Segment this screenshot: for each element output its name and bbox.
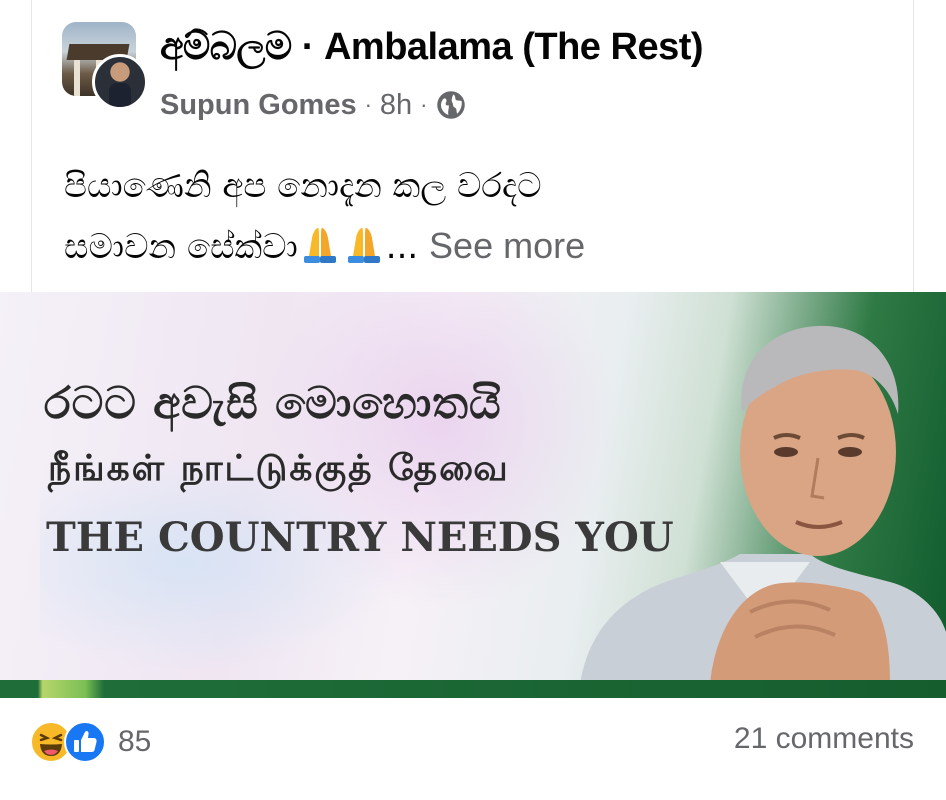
post-image[interactable]: රටට අවැසි මොහොතයි நீங்கள் நாட்டுக்குத் த… xyxy=(0,292,946,698)
post-text-line2: සමාවන සේක්වා xyxy=(64,227,298,267)
folded-hands-icon xyxy=(303,228,336,263)
image-text-tamil: நீங்கள் நாட்டுக்குத் தேவை xyxy=(48,448,510,489)
post-text: පියාණෙනි අප නොදැන කල වරදට සමාවන සේක්වා .… xyxy=(64,156,894,277)
see-more-link[interactable]: See more xyxy=(429,225,585,266)
meta-separator: · xyxy=(364,92,372,117)
post-text-line: සමාවන සේක්වා ... See more xyxy=(64,216,894,277)
reactions-summary[interactable]: 85 xyxy=(30,720,151,764)
user-avatar[interactable] xyxy=(92,54,148,110)
reaction-count[interactable]: 85 xyxy=(118,725,151,759)
post-header: අම්බලම · Ambalama (The Rest) Supun Gomes… xyxy=(62,22,912,130)
avatar-group[interactable] xyxy=(62,22,148,110)
author-link[interactable]: Supun Gomes xyxy=(160,89,357,122)
portrait-photo xyxy=(580,325,946,684)
like-icon xyxy=(64,721,106,763)
group-name-link[interactable]: අම්බලම · Ambalama (The Rest) xyxy=(160,26,704,69)
post-timestamp[interactable]: 8h xyxy=(380,89,412,122)
comments-count-link[interactable]: 21 comments xyxy=(734,722,914,756)
post-footer: 85 21 comments xyxy=(0,700,946,800)
post-text-line: පියාණෙනි අප නොදැන කල වරදට xyxy=(64,166,542,206)
card-border xyxy=(913,0,914,292)
ellipsis: ... xyxy=(385,227,419,267)
image-text-sinhala: රටට අවැසි මොහොතයි xyxy=(44,378,502,429)
card-border xyxy=(31,0,32,292)
globe-icon xyxy=(436,91,465,119)
banner-stripe xyxy=(0,680,946,698)
post-meta: Supun Gomes · 8h · xyxy=(160,88,466,122)
meta-separator: · xyxy=(420,92,428,117)
folded-hands-icon xyxy=(347,228,380,263)
